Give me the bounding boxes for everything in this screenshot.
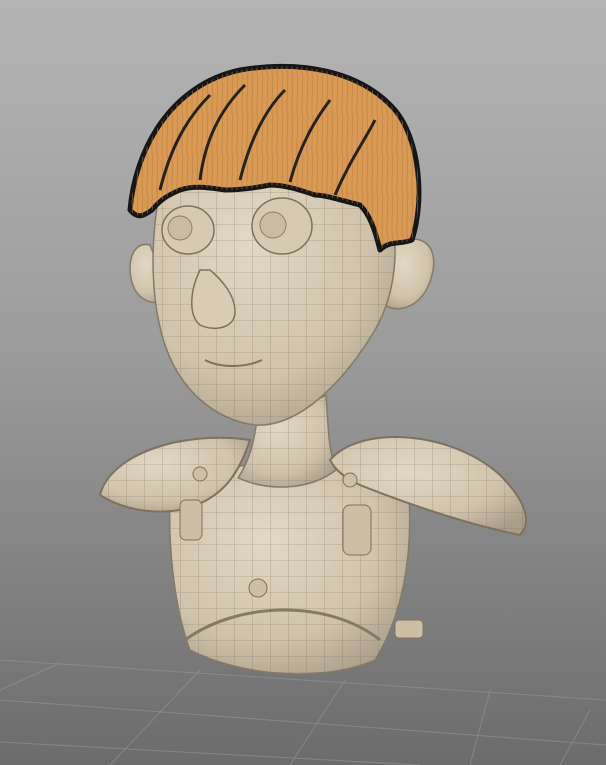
character-bust-model[interactable] xyxy=(0,0,606,765)
3d-viewport[interactable] xyxy=(0,0,606,765)
